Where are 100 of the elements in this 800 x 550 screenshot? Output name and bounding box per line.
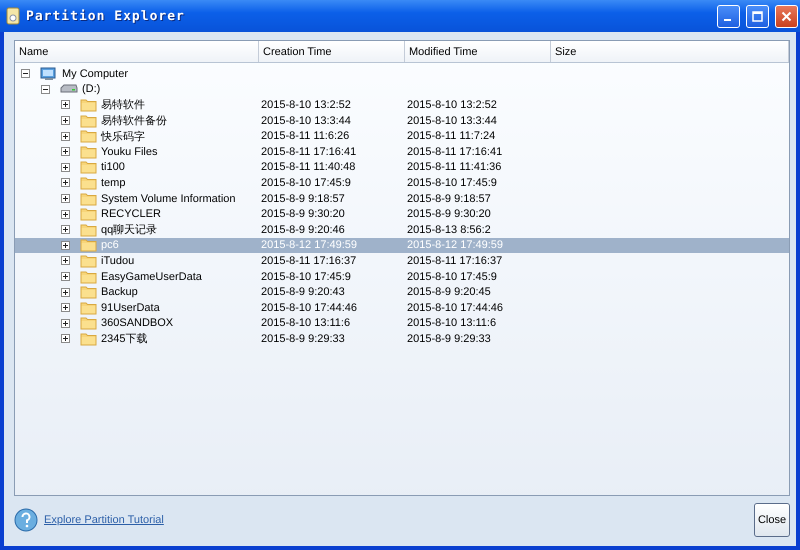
item-name: 易特软件 xyxy=(101,98,145,112)
creation-time: 2015-8-11 17:16:41 xyxy=(261,146,356,158)
modified-time: 2015-8-9 9:29:33 xyxy=(407,332,491,345)
tree-row[interactable]: Youku Files 2015-8-11 17:16:41 2015-8-11 17:16:41 xyxy=(15,144,789,160)
minimize-button[interactable] xyxy=(717,4,740,28)
folder-icon xyxy=(80,332,97,346)
maximize-icon xyxy=(752,10,763,22)
creation-time: 2015-8-9 9:20:43 xyxy=(261,286,345,298)
modified-time: 2015-8-10 17:45:9 xyxy=(407,176,497,189)
modified-time: 2015-8-11 11:41:36 xyxy=(407,161,502,174)
folder-icon xyxy=(80,238,97,252)
modified-time: 2015-8-11 17:16:41 xyxy=(407,146,502,158)
folder-icon xyxy=(80,129,97,144)
creation-time: 2015-8-10 13:3:44 xyxy=(261,114,351,127)
creation-time: 2015-8-10 17:45:9 xyxy=(261,176,351,189)
tree-row[interactable]: 快乐码字 2015-8-11 11:6:26 2015-8-11 11:7:24 xyxy=(15,128,789,144)
item-name: ti100 xyxy=(101,161,125,174)
modified-time: 2015-8-13 8:56:2 xyxy=(407,224,491,236)
item-name: Backup xyxy=(101,286,138,298)
expand-toggle[interactable] xyxy=(61,318,70,328)
expand-toggle[interactable] xyxy=(61,132,70,141)
maximize-button[interactable] xyxy=(746,4,769,28)
item-name: temp xyxy=(101,176,126,189)
tree-row[interactable]: 91UserData 2015-8-10 17:44:46 2015-8-10 17:44:46 xyxy=(15,300,789,316)
tree-row[interactable]: RECYCLER 2015-8-9 9:30:20 2015-8-9 9:30:20 xyxy=(15,206,789,222)
tutorial-link[interactable]: Explore Partition Tutorial xyxy=(44,514,748,526)
collapse-toggle[interactable] xyxy=(21,69,30,78)
creation-time: 2015-8-9 9:30:20 xyxy=(261,208,345,220)
modified-time: 2015-8-11 17:16:37 xyxy=(407,254,502,267)
modified-time: 2015-8-10 17:44:46 xyxy=(407,302,504,314)
folder-icon xyxy=(80,114,97,128)
item-name: System Volume Information xyxy=(101,192,236,205)
tree-row[interactable]: 易特软件备份 2015-8-10 13:3:44 2015-8-10 13:3:44 xyxy=(15,112,789,128)
creation-time: 2015-8-10 17:44:46 xyxy=(261,302,358,314)
tree-row[interactable]: (D:) xyxy=(15,82,789,98)
item-name: RECYCLER xyxy=(101,208,161,220)
creation-time: 2015-8-9 9:20:46 xyxy=(261,224,345,236)
creation-time: 2015-8-9 9:18:57 xyxy=(261,192,345,205)
tree-row[interactable]: 易特软件 2015-8-10 13:2:52 2015-8-10 13:2:52 xyxy=(15,97,789,113)
expand-toggle[interactable] xyxy=(61,240,70,250)
item-name: iTudou xyxy=(101,254,134,267)
expand-toggle[interactable] xyxy=(61,272,70,282)
close-dialog-button[interactable]: Close xyxy=(754,503,790,537)
creation-time: 2015-8-10 17:45:9 xyxy=(261,270,351,283)
help-icon xyxy=(14,508,38,532)
modified-time: 2015-8-10 13:2:52 xyxy=(407,98,497,111)
tree-row[interactable]: qq聊天记录 2015-8-9 9:20:46 2015-8-13 8:56:2 xyxy=(15,222,789,238)
column-header[interactable]: Size xyxy=(551,41,789,62)
minimize-icon xyxy=(724,19,730,21)
tree-row[interactable]: ti100 2015-8-11 11:40:48 2015-8-11 11:41:36 xyxy=(15,160,789,176)
modified-time: 2015-8-9 9:30:20 xyxy=(407,208,491,220)
tree-row[interactable]: System Volume Information 2015-8-9 9:18:57 2015-8-9 9:18:57 xyxy=(15,190,789,206)
tree-row[interactable]: iTudou 2015-8-11 17:16:37 2015-8-11 17:16:37 xyxy=(15,253,789,269)
drive-icon xyxy=(60,84,78,94)
creation-time: 2015-8-10 13:2:52 xyxy=(261,98,351,111)
expand-toggle[interactable] xyxy=(61,178,70,188)
tree-row[interactable]: EasyGameUserData 2015-8-10 17:45:9 2015-8-10 17:45:9 xyxy=(15,268,789,284)
expand-toggle[interactable] xyxy=(61,116,70,126)
folder-icon xyxy=(80,192,97,206)
tree-row[interactable]: My Computer xyxy=(15,66,789,82)
modified-time: 2015-8-9 9:18:57 xyxy=(407,192,491,205)
expand-toggle[interactable] xyxy=(61,210,70,219)
expand-toggle[interactable] xyxy=(61,256,70,266)
computer-icon xyxy=(40,66,58,81)
creation-time: 2015-8-9 9:29:33 xyxy=(261,332,345,345)
creation-time: 2015-8-10 13:11:6 xyxy=(261,317,350,330)
modified-time: 2015-8-11 11:7:24 xyxy=(407,130,496,142)
item-name: My Computer xyxy=(62,68,128,80)
folder-icon xyxy=(80,254,97,268)
expand-toggle[interactable] xyxy=(61,194,70,204)
modified-time: 2015-8-10 17:45:9 xyxy=(407,270,497,283)
close-icon xyxy=(781,10,792,22)
item-name: 2345下载 xyxy=(101,332,148,346)
tree-row[interactable]: 360SANDBOX 2015-8-10 13:11:6 2015-8-10 13:11:6 xyxy=(15,316,789,332)
modified-time: 2015-8-9 9:20:45 xyxy=(407,286,491,298)
creation-time: 2015-8-11 11:6:26 xyxy=(261,130,350,142)
expand-toggle[interactable] xyxy=(61,334,70,344)
app-icon xyxy=(6,7,20,25)
column-header[interactable]: Name xyxy=(15,41,259,62)
folder-icon xyxy=(80,270,97,284)
folder-icon xyxy=(80,176,97,190)
column-header[interactable]: Modified Time xyxy=(405,41,551,62)
expand-toggle[interactable] xyxy=(61,162,70,172)
expand-toggle[interactable] xyxy=(61,147,70,156)
creation-time: 2015-8-11 11:40:48 xyxy=(261,161,356,174)
modified-time: 2015-8-12 17:49:59 xyxy=(407,239,504,252)
tree-row[interactable]: Backup 2015-8-9 9:20:43 2015-8-9 9:20:45 xyxy=(15,284,789,300)
expand-toggle[interactable] xyxy=(61,225,70,234)
expand-toggle[interactable] xyxy=(61,303,70,312)
expand-toggle[interactable] xyxy=(61,100,70,110)
column-header[interactable]: Creation Time xyxy=(259,41,405,62)
collapse-toggle[interactable] xyxy=(41,84,50,94)
folder-icon xyxy=(80,98,97,112)
folder-icon xyxy=(80,285,97,300)
folder-icon xyxy=(80,207,97,222)
tree-row[interactable]: temp 2015-8-10 17:45:9 2015-8-10 17:45:9 xyxy=(15,175,789,191)
tree-row[interactable]: 2345下载 2015-8-9 9:29:33 2015-8-9 9:29:33 xyxy=(15,331,789,347)
modified-time: 2015-8-10 13:3:44 xyxy=(407,114,497,127)
close-button[interactable] xyxy=(775,4,798,28)
expand-toggle[interactable] xyxy=(61,288,70,297)
